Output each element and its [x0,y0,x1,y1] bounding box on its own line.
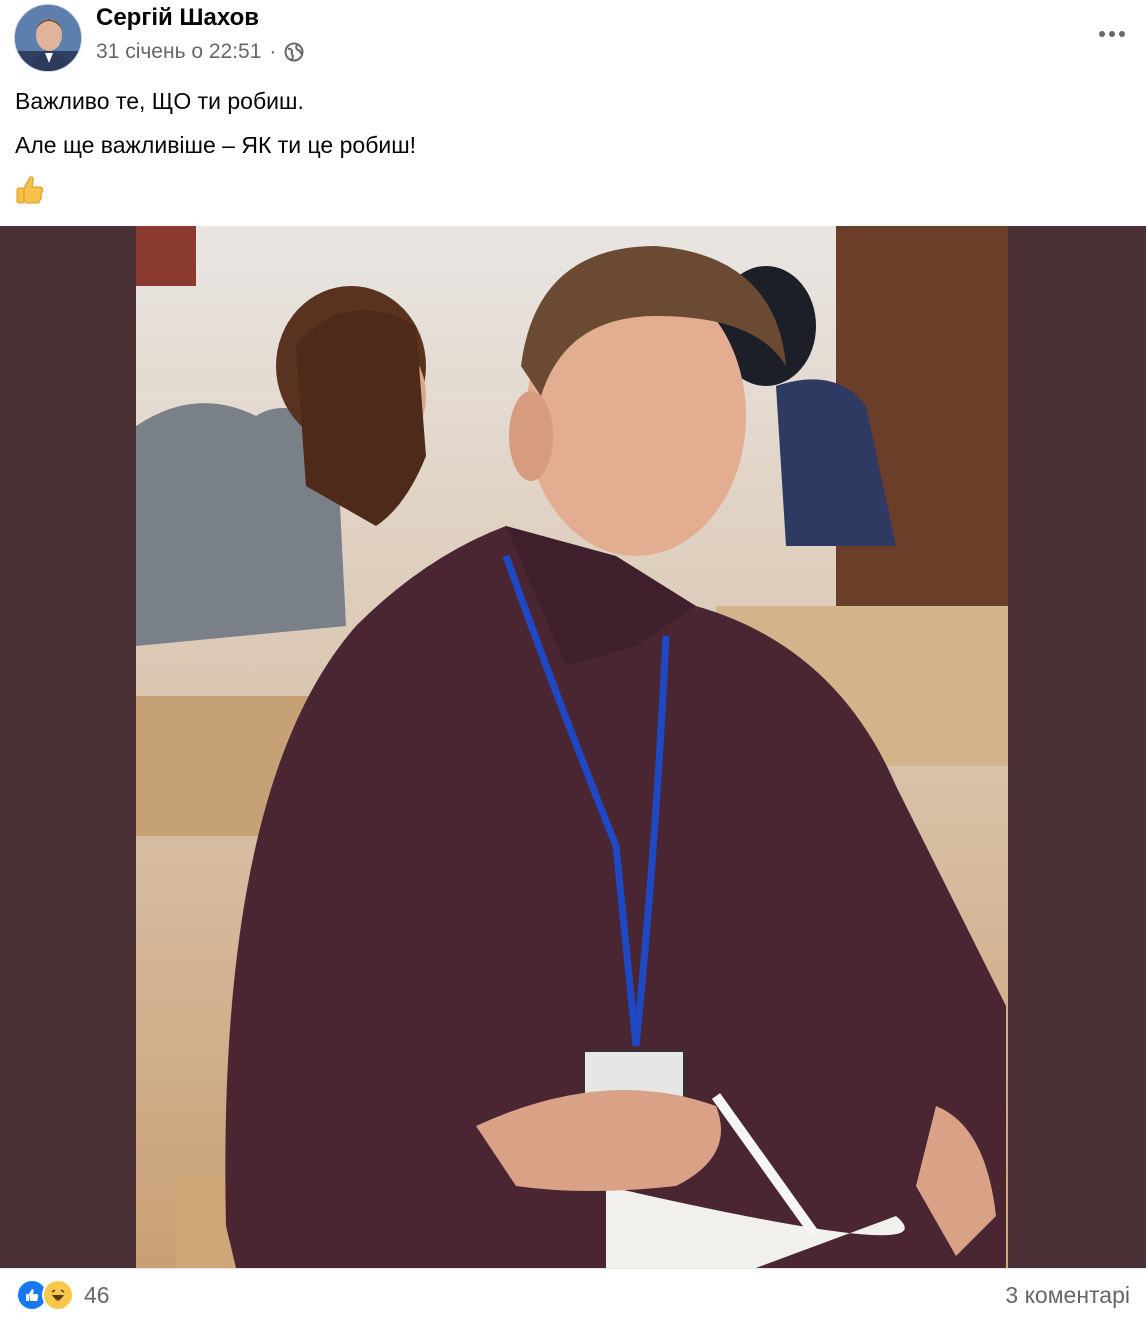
haha-reaction-icon [42,1279,74,1311]
thumbs-up-emoji [15,174,45,206]
meta-separator: · [269,40,277,63]
more-options-icon[interactable] [1092,14,1132,54]
reaction-count: 46 [84,1281,110,1308]
comments-count[interactable]: 3 коментарі [1005,1282,1130,1309]
post-text-line-1: Важливо те, ЩО ти робиш. [15,88,304,114]
author-name[interactable]: Сергій Шахов [96,4,259,32]
author-avatar[interactable] [14,4,82,72]
post-meta: 31 січень о 22:51 · [96,40,304,64]
post-text: Важливо те, ЩО ти робиш. Але ще важливіш… [15,86,416,174]
globe-icon[interactable] [284,42,304,62]
post-photo-container[interactable] [0,226,1146,1268]
post-header: Сергій Шахов 31 січень о 22:51 · [0,0,1146,80]
post-photo[interactable] [136,226,1008,1268]
post-timestamp[interactable]: 31 січень о 22:51 [96,40,261,64]
post-footer: 46 3 коментарі [0,1268,1146,1326]
reactions-summary[interactable]: 46 [16,1279,110,1311]
post-text-line-2: Але ще важливіше – ЯК ти це робиш! [15,132,417,158]
